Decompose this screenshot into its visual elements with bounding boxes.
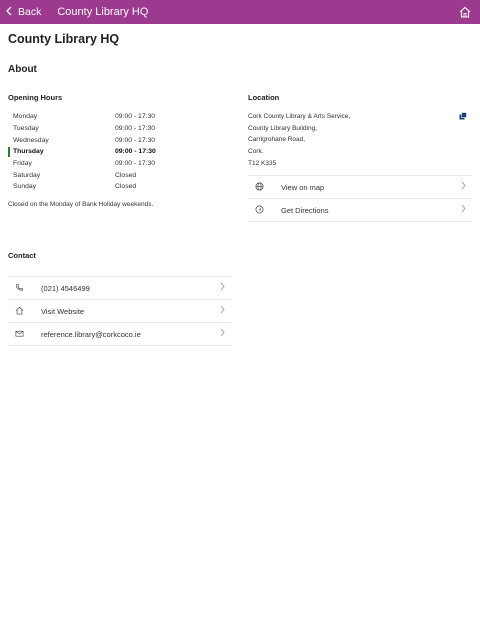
email-row[interactable]: reference.library@corkcoco.ie (8, 323, 231, 346)
hours-row-tuesday: Tuesday 09:00 - 17:30 (8, 123, 208, 135)
nav-title: County Library HQ (57, 6, 149, 18)
contact-heading: Contact (8, 251, 36, 260)
website-label: Visit Website (41, 306, 85, 316)
address-line: T12 K335 (248, 159, 277, 167)
chevron-left-icon (6, 6, 12, 19)
time-label: 09:00 - 17:30 (115, 160, 156, 168)
time-label: 09:00 - 17:30 (115, 125, 156, 133)
day-label: Wednesday (13, 136, 49, 144)
address-line: Cork. (248, 148, 264, 156)
back-label: Back (18, 6, 42, 18)
website-row[interactable]: Visit Website (8, 300, 231, 323)
directions-icon (255, 205, 264, 214)
day-label: Friday (13, 160, 32, 168)
contact-list: (021) 4546499 Visit Website reference.li… (8, 276, 231, 346)
phone-label: (021) 4546499 (41, 283, 90, 293)
home-icon (15, 306, 24, 315)
time-label: Closed (115, 171, 137, 179)
view-on-map-label: View on map (281, 182, 325, 192)
location-actions: View on map Get Directions (248, 175, 472, 222)
chevron-right-icon (220, 282, 225, 294)
opening-hours-table: Monday 09:00 - 17:30 Tuesday 09:00 - 17:… (8, 111, 208, 193)
day-label: Sunday (13, 183, 37, 191)
mail-icon (15, 330, 24, 337)
day-label: Monday (13, 113, 38, 121)
day-label: Thursday (13, 148, 44, 156)
time-label: Closed (115, 183, 137, 191)
copy-icon[interactable] (459, 112, 467, 120)
chevron-right-icon (461, 204, 466, 216)
opening-hours-heading: Opening Hours (8, 93, 63, 102)
time-label: 09:00 - 17:30 (115, 136, 156, 144)
address-line: Carrigrohane Road, (248, 136, 306, 144)
page-title: County Library HQ (8, 32, 120, 46)
day-label: Saturday (13, 171, 41, 179)
nav-bar: Back County Library HQ (0, 0, 480, 24)
phone-icon (16, 284, 23, 291)
chevron-right-icon (220, 305, 225, 317)
chevron-right-icon (461, 181, 466, 193)
chevron-right-icon (220, 328, 225, 340)
address-block: Cork County Library & Arts Service, Coun… (248, 111, 350, 170)
time-label: 09:00 - 17:30 (115, 148, 156, 156)
back-button[interactable]: Back (6, 6, 41, 19)
address-line: County Library Building, (248, 124, 318, 132)
address-line: Cork County Library & Arts Service, (248, 113, 351, 120)
hours-row-monday: Monday 09:00 - 17:30 (8, 111, 208, 123)
location-heading: Location (248, 93, 280, 102)
get-directions-label: Get Directions (281, 205, 329, 215)
phone-row[interactable]: (021) 4546499 (8, 277, 231, 300)
hours-row-wednesday: Wednesday 09:00 - 17:30 (8, 134, 208, 146)
globe-icon (255, 182, 264, 191)
get-directions-row[interactable]: Get Directions (248, 199, 472, 222)
home-icon[interactable] (459, 6, 471, 18)
hours-row-saturday: Saturday Closed (8, 169, 208, 181)
time-label: 09:00 - 17:30 (115, 113, 156, 121)
view-on-map-row[interactable]: View on map (248, 176, 472, 199)
about-heading: About (8, 64, 37, 75)
hours-row-sunday: Sunday Closed (8, 181, 208, 193)
bank-holiday-note: Closed on the Monday of Bank Holiday wee… (8, 201, 154, 208)
hours-row-friday: Friday 09:00 - 17:30 (8, 158, 208, 170)
email-label: reference.library@corkcoco.ie (41, 329, 141, 339)
day-label: Tuesday (13, 125, 39, 133)
hours-row-thursday-today: Thursday 09:00 - 17:30 (8, 146, 208, 158)
